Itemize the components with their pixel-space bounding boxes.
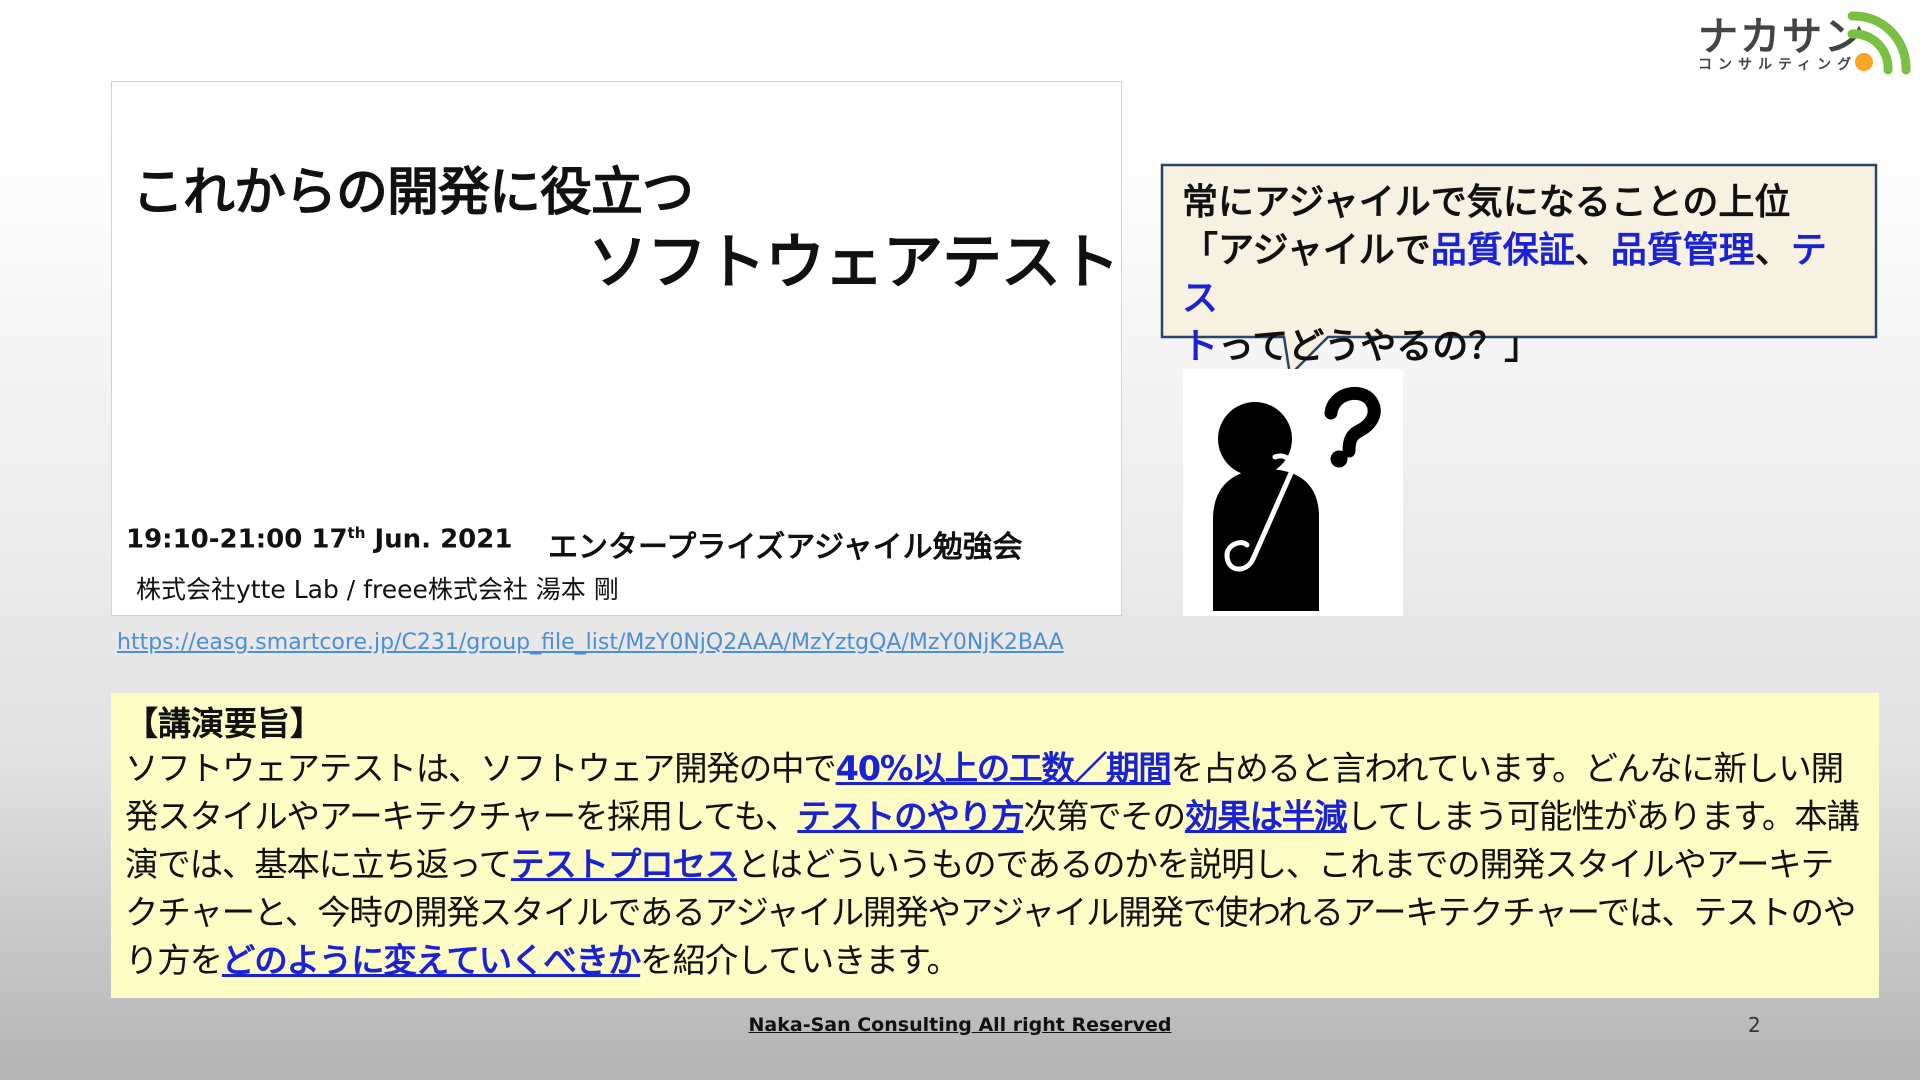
footer-copyright: Naka-San Consulting All right Reserved — [748, 1014, 1172, 1036]
thumbnail-title-line2: ソフトウェアテスト — [588, 228, 1120, 298]
summary-body: ソフトウェアテストは、ソフトウェア開発の中で40%以上の工数／期間を占めると言わ… — [125, 749, 1860, 980]
emphasis-test-process: テストプロセス — [510, 845, 738, 884]
emphasis-how-to-change: どのように変えていくべきか — [221, 941, 641, 980]
bubble-line-3: トってどうやるの？」 — [1182, 326, 1541, 367]
thumbnail-event: エンタープライズアジャイル勉強会 — [548, 530, 1023, 565]
emphasis-halved: 効果は半減 — [1184, 797, 1348, 836]
emphasis-effort: 40%以上の工数／期間 — [835, 749, 1172, 788]
bubble-line-2: 「アジャイルで品質保証、品質管理、テス — [1182, 230, 1827, 319]
summary-heading: 【講演要旨】 — [125, 704, 323, 743]
talk-summary: 【講演要旨】 ソフトウェアテストは、ソフトウェア開発の中で40%以上の工数／期間… — [111, 693, 1879, 998]
logo-arc-icon — [1847, 11, 1911, 75]
thumbnail-date: 19:10-21:00 17th Jun. 2021 — [126, 524, 513, 555]
logo-subtext: コンサルティング — [1698, 57, 1858, 73]
bubble-line-1: 常にアジャイルで気になることの上位 — [1182, 182, 1791, 223]
page-number: 2 — [1748, 1013, 1761, 1037]
speech-bubble-text: 常にアジャイルで気になることの上位 「アジャイルで品質保証、品質管理、テス トっ… — [1182, 179, 1862, 371]
source-url-link[interactable]: https://easg.smartcore.jp/C231/group_fil… — [117, 630, 1064, 655]
thumbnail-author: 株式会社ytte Lab / freee株式会社 湯本 剛 — [136, 575, 619, 604]
thinking-person-icon — [1183, 369, 1403, 616]
company-logo: ナカサン コンサルティング — [1694, 4, 1914, 75]
speech-bubble: 常にアジャイルで気になることの上位 「アジャイルで品質保証、品質管理、テス トっ… — [1160, 163, 1880, 383]
emphasis-test-method: テストのやり方 — [797, 797, 1024, 836]
slide-thumbnail: これからの開発に役立つ ソフトウェアテスト 19:10-21:00 17th J… — [111, 81, 1122, 616]
